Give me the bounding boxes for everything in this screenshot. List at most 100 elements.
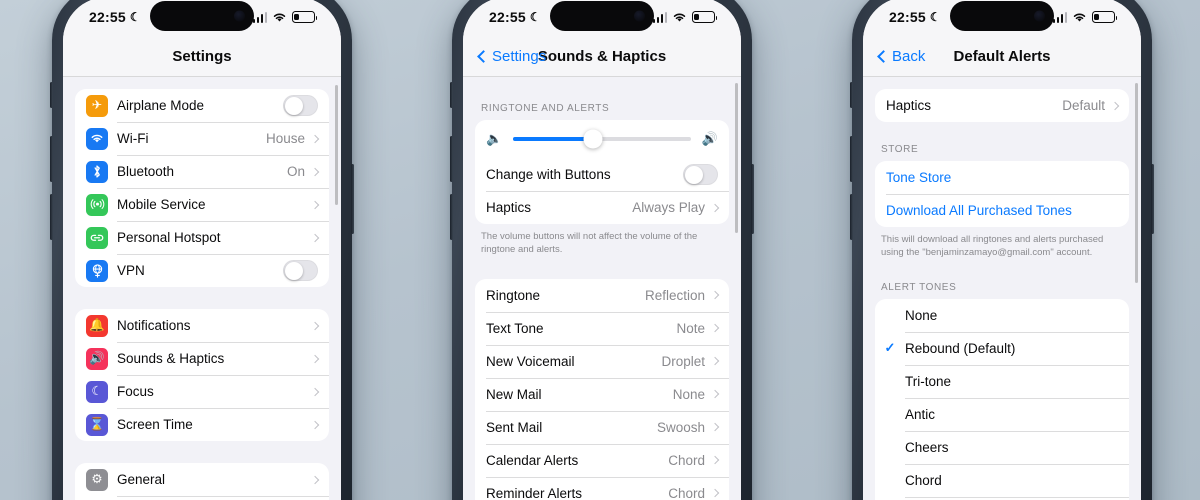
tone-store-link: Tone Store	[886, 170, 952, 185]
back-button[interactable]: Settings	[477, 48, 547, 65]
alert-tone-option-rebound[interactable]: ✓ Rebound (Default)	[875, 331, 1129, 365]
row-label: Text Tone	[486, 320, 544, 336]
status-indicators	[652, 11, 718, 23]
row-tone-store[interactable]: Tone Store	[875, 161, 1129, 194]
chevron-right-icon	[310, 420, 320, 429]
speaker-mute-icon: 🔈	[486, 131, 503, 146]
scrollbar[interactable]	[1135, 83, 1138, 283]
row-label: VPN	[117, 263, 145, 278]
row-new-voicemail[interactable]: New Voicemail Droplet	[475, 344, 729, 378]
settings-group-notifications: 🔔 Notifications 🔊 Sounds & Haptics ☾ Foc…	[75, 309, 329, 441]
alert-tone-option-antic[interactable]: Antic	[875, 397, 1129, 431]
row-value: Droplet	[661, 353, 705, 369]
silent-switch[interactable]	[50, 82, 53, 108]
chevron-right-icon	[310, 200, 320, 209]
back-button-label: Settings	[492, 48, 547, 65]
status-time: 22:55 ☾	[89, 9, 141, 25]
ringtone-volume-slider[interactable]	[513, 129, 691, 149]
row-new-mail[interactable]: New Mail None	[475, 377, 729, 411]
dynamic-island	[950, 1, 1054, 31]
power-button[interactable]	[751, 164, 754, 234]
row-value: House	[265, 131, 305, 146]
sidebar-item-sounds-haptics[interactable]: 🔊 Sounds & Haptics	[75, 342, 329, 375]
row-label: Screen Time	[117, 417, 193, 432]
antenna-icon	[86, 193, 108, 216]
group-ringtone-alerts: 🔈 🔊 Change with Buttons Haptics Always P…	[475, 120, 729, 224]
alert-tone-option-cheers[interactable]: Cheers	[875, 430, 1129, 464]
row-haptics[interactable]: Haptics Always Play	[475, 191, 729, 224]
alert-tone-option-chord[interactable]: Chord	[875, 463, 1129, 497]
sidebar-item-general[interactable]: ⚙ General	[75, 463, 329, 496]
hotspot-link-icon	[86, 226, 108, 249]
row-haptics[interactable]: Haptics Default	[875, 89, 1129, 122]
back-button[interactable]: Back	[877, 48, 925, 65]
sidebar-item-wifi[interactable]: Wi-Fi House	[75, 122, 329, 155]
row-label: Ringtone	[486, 287, 541, 303]
row-text-tone[interactable]: Text Tone Note	[475, 311, 729, 345]
settings-group-general: ⚙ General	[75, 463, 329, 500]
row-calendar-alerts[interactable]: Calendar Alerts Chord	[475, 443, 729, 477]
airplane-mode-toggle[interactable]	[283, 95, 318, 116]
section-header-alert-tones: ALERT TONES	[881, 281, 957, 293]
scrollbar[interactable]	[335, 85, 338, 205]
row-label: Sent Mail	[486, 419, 543, 435]
screen-sounds-haptics: 22:55 ☾ Settings Sounds & Haptics RINGTO…	[463, 0, 741, 500]
speaker-loud-icon: 🔊	[701, 131, 718, 146]
sounds-scroll-area[interactable]: RINGTONE AND ALERTS 🔈 🔊 Change with Butt…	[463, 77, 741, 500]
airplane-icon: ✈	[86, 94, 108, 117]
alert-tone-option-droplet[interactable]: Droplet	[875, 496, 1129, 500]
row-download-all-purchased-tones[interactable]: Download All Purchased Tones	[875, 194, 1129, 227]
default-alerts-scroll-area[interactable]: Haptics Default STORE Tone Store Downloa…	[863, 77, 1141, 500]
row-change-with-buttons[interactable]: Change with Buttons	[475, 158, 729, 191]
row-reminder-alerts[interactable]: Reminder Alerts Chord	[475, 476, 729, 500]
chevron-right-icon	[310, 475, 320, 484]
volume-up-button[interactable]	[850, 136, 853, 182]
sidebar-item-personal-hotspot[interactable]: Personal Hotspot	[75, 221, 329, 254]
silent-switch[interactable]	[850, 82, 853, 108]
vpn-toggle[interactable]	[283, 260, 318, 281]
phone-device-settings: 22:55 ☾ Settings ✈ Airplane Mode Wi-Fi H…	[50, 0, 354, 500]
change-with-buttons-toggle[interactable]	[683, 164, 718, 185]
alert-tone-option-none[interactable]: None	[875, 299, 1129, 332]
status-bar: 22:55 ☾	[63, 0, 341, 37]
power-button[interactable]	[1151, 164, 1154, 234]
row-label: Change with Buttons	[486, 167, 611, 182]
volume-up-button[interactable]	[450, 136, 453, 182]
slider-knob[interactable]	[583, 129, 603, 149]
row-ringtone[interactable]: Ringtone Reflection	[475, 279, 729, 312]
sidebar-item-focus[interactable]: ☾ Focus	[75, 375, 329, 408]
volume-down-button[interactable]	[450, 194, 453, 240]
chevron-right-icon	[710, 203, 720, 212]
volume-up-button[interactable]	[50, 136, 53, 182]
sidebar-item-vpn[interactable]: VPN	[75, 254, 329, 287]
row-label: Cheers	[905, 439, 949, 455]
power-button[interactable]	[351, 164, 354, 234]
sidebar-item-screen-time[interactable]: ⌛ Screen Time	[75, 408, 329, 441]
sidebar-item-bluetooth[interactable]: Bluetooth On	[75, 155, 329, 188]
chevron-right-icon	[710, 290, 720, 300]
row-label: Airplane Mode	[117, 98, 205, 113]
speaker-waves-icon: 🔊	[86, 347, 108, 370]
screen-default-alerts: 22:55 ☾ Back Default Alerts Haptics Defa…	[863, 0, 1141, 500]
row-sent-mail[interactable]: Sent Mail Swoosh	[475, 410, 729, 444]
volume-down-button[interactable]	[850, 194, 853, 240]
row-value: Chord	[668, 452, 705, 468]
sidebar-item-notifications[interactable]: 🔔 Notifications	[75, 309, 329, 342]
volume-down-button[interactable]	[50, 194, 53, 240]
row-label: Haptics	[486, 200, 532, 215]
row-label: None	[905, 307, 938, 323]
sidebar-item-partial[interactable]	[75, 496, 329, 500]
scrollbar[interactable]	[735, 83, 738, 233]
sidebar-item-mobile-service[interactable]: Mobile Service	[75, 188, 329, 221]
sidebar-item-airplane-mode[interactable]: ✈ Airplane Mode	[75, 89, 329, 122]
row-label: New Voicemail	[486, 353, 575, 369]
chevron-right-icon	[310, 167, 320, 176]
group-alert-tones: None ✓ Rebound (Default) Tri-tone Antic …	[875, 298, 1129, 500]
alert-tone-option-tri-tone[interactable]: Tri-tone	[875, 364, 1129, 398]
row-label: Personal Hotspot	[117, 230, 221, 245]
silent-switch[interactable]	[450, 82, 453, 108]
settings-scroll-area[interactable]: ✈ Airplane Mode Wi-Fi House Bluetooth On…	[63, 77, 341, 500]
phone-device-default-alerts: 22:55 ☾ Back Default Alerts Haptics Defa…	[850, 0, 1154, 500]
bell-icon: 🔔	[86, 314, 108, 337]
row-label: Chord	[905, 472, 942, 488]
